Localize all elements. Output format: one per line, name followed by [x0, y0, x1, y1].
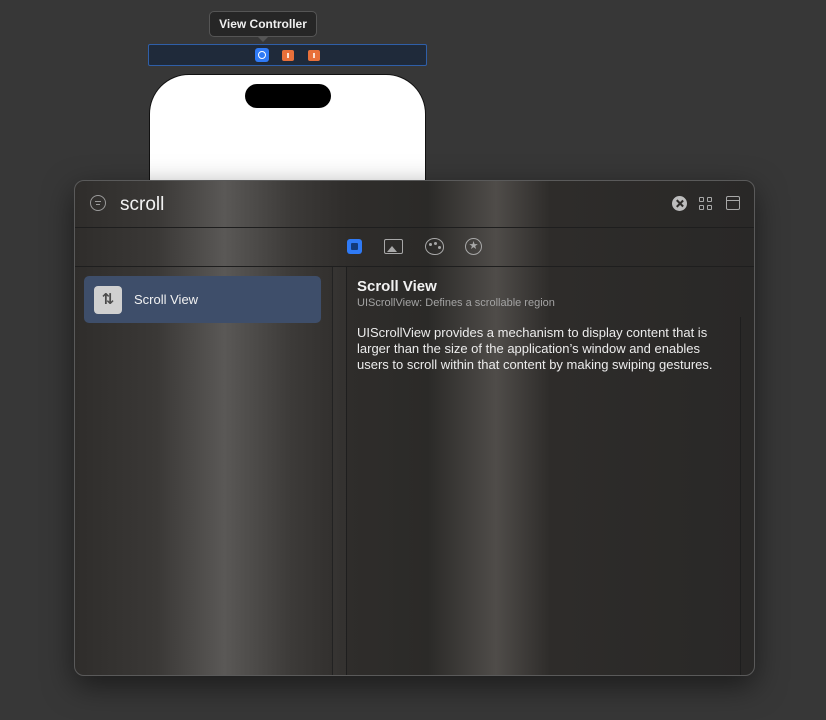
detail-scrollbar[interactable] [740, 317, 753, 675]
detail-subtitle: UIScrollView: Defines a scrollable regio… [357, 297, 555, 309]
search-row [75, 181, 754, 228]
list-item-label: Scroll View [134, 292, 199, 307]
first-responder-icon[interactable] [282, 50, 294, 61]
tab-objects-icon[interactable] [347, 239, 362, 254]
results-list: ⇅ Scroll View [75, 267, 333, 675]
tooltip-arrow [257, 36, 269, 42]
clear-search-icon[interactable] [672, 196, 687, 211]
tooltip: View Controller [209, 11, 317, 37]
tab-colors-icon[interactable] [425, 238, 444, 255]
library-panel: ★ ⇅ Scroll View Scroll View UIScrollView… [74, 180, 755, 676]
detail-title: Scroll View [357, 278, 437, 295]
detail-pane: Scroll View UIScrollView: Defines a scro… [347, 267, 754, 675]
exit-icon[interactable] [308, 50, 320, 61]
pane-splitter[interactable] [332, 267, 347, 675]
grid-view-icon[interactable] [699, 197, 713, 211]
detail-description: UIScrollView provides a mechanism to dis… [357, 325, 713, 372]
view-controller-icon[interactable] [255, 48, 269, 62]
search-input[interactable] [118, 191, 662, 219]
list-item[interactable]: ⇅ Scroll View [84, 276, 321, 323]
tooltip-label: View Controller [219, 17, 307, 31]
filter-icon [90, 195, 106, 211]
tab-favorites-icon[interactable]: ★ [465, 238, 482, 255]
library-tabs: ★ [75, 227, 754, 267]
scroll-view-icon: ⇅ [94, 286, 122, 314]
scene-dock[interactable] [148, 44, 427, 66]
tab-media-icon[interactable] [384, 239, 403, 254]
dynamic-island [245, 84, 331, 108]
detail-view-icon[interactable] [726, 196, 740, 210]
